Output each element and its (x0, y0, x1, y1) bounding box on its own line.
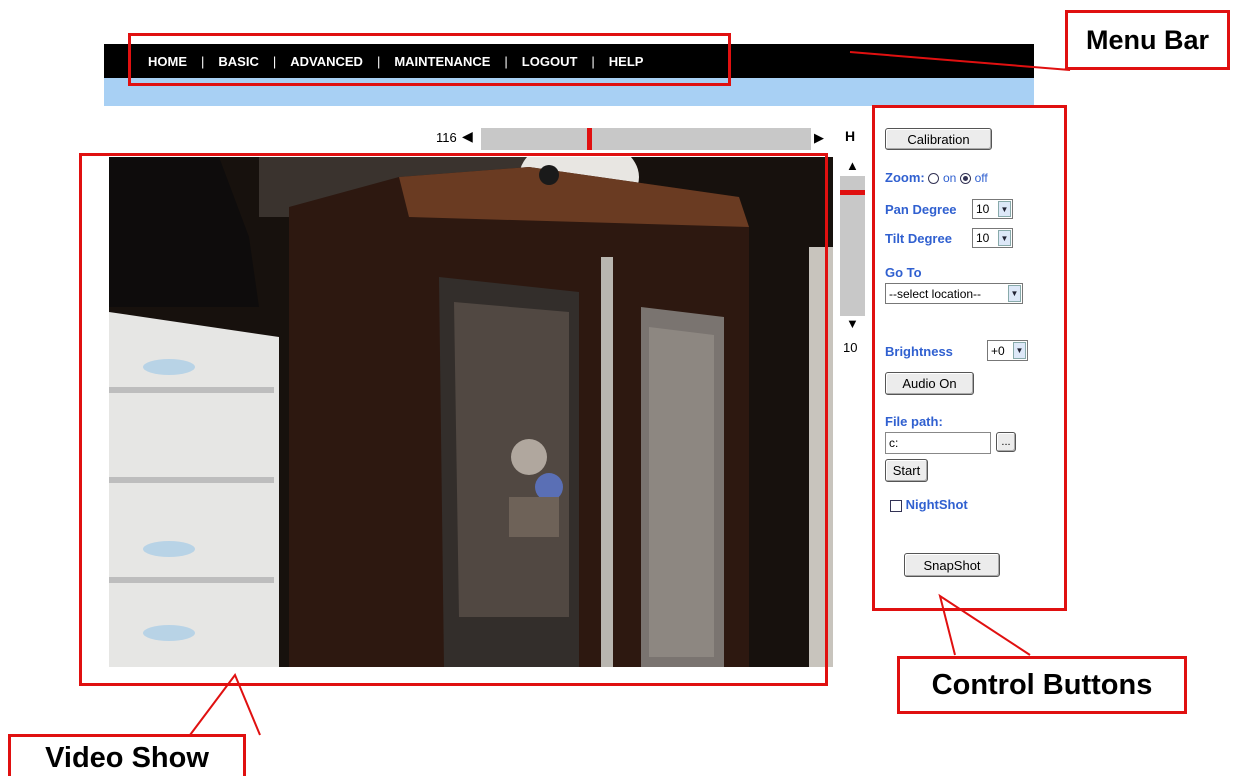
menu-bar-callout: Menu Bar (1065, 10, 1230, 70)
control-buttons-highlight (872, 105, 1067, 611)
tilt-slider-thumb[interactable] (840, 190, 865, 195)
menu-bar-highlight (128, 33, 731, 86)
pan-slider[interactable] (481, 128, 811, 150)
pan-value: 116 (436, 130, 457, 145)
control-buttons-callout: Control Buttons (897, 656, 1187, 714)
tilt-down-arrow-icon[interactable]: ▼ (846, 316, 859, 331)
pan-left-arrow-icon[interactable]: ◀ (462, 128, 473, 145)
tilt-value: 10 (843, 340, 858, 355)
home-position-button[interactable]: H (845, 128, 855, 144)
video-show-callout: Video Show (8, 734, 246, 776)
video-show-highlight (79, 153, 828, 686)
page: HOME | BASIC | ADVANCED | MAINTENANCE | … (0, 0, 1236, 776)
tilt-up-arrow-icon[interactable]: ▲ (846, 158, 859, 173)
pan-slider-thumb[interactable] (587, 128, 592, 150)
pan-right-arrow-icon[interactable]: ▶ (814, 130, 824, 146)
tilt-slider[interactable] (840, 176, 865, 316)
